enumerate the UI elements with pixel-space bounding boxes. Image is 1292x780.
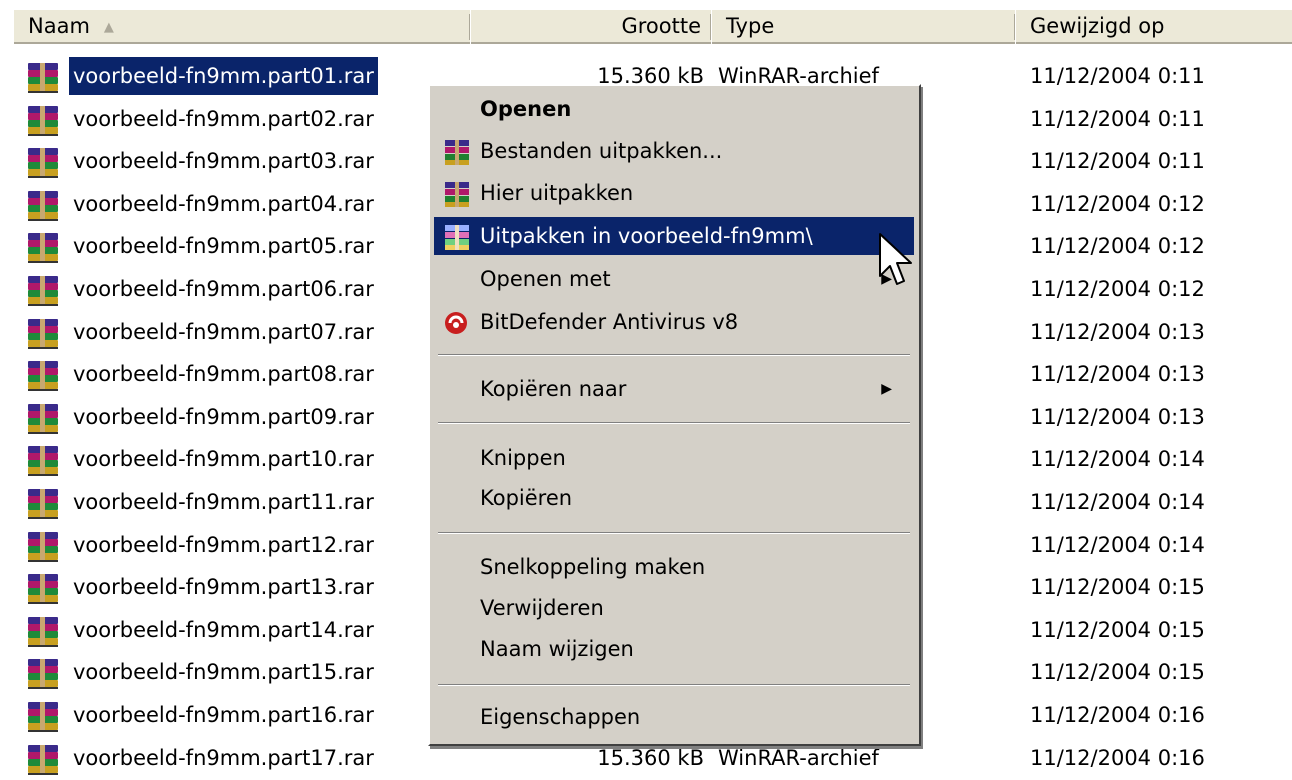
file-modified: 11/12/2004 0:13	[1030, 319, 1205, 344]
file-name[interactable]: voorbeeld-fn9mm.part11.rar	[69, 483, 378, 521]
winrar-archive-icon	[24, 573, 64, 605]
file-modified: 11/12/2004 0:14	[1030, 532, 1205, 557]
file-name[interactable]: voorbeeld-fn9mm.part14.rar	[69, 611, 378, 649]
column-header-name-label: Naam	[28, 14, 90, 38]
file-name[interactable]: voorbeeld-fn9mm.part16.rar	[69, 696, 378, 734]
menu-item-rename[interactable]: Naam wijzigen	[434, 630, 914, 668]
file-modified: 11/12/2004 0:11	[1030, 106, 1205, 131]
menu-item-properties-label: Eigenschappen	[480, 705, 641, 729]
file-modified: 11/12/2004 0:11	[1030, 149, 1205, 174]
winrar-archive-icon	[24, 232, 64, 264]
menu-item-open-with[interactable]: Openen met ▶	[434, 260, 914, 298]
menu-separator	[438, 532, 910, 534]
file-name[interactable]: voorbeeld-fn9mm.part13.rar	[69, 568, 378, 606]
winrar-icon	[442, 223, 474, 251]
file-modified: 11/12/2004 0:15	[1030, 575, 1205, 600]
context-menu: Openen Bestanden uitpakken... Hier uitpa…	[428, 84, 921, 746]
file-name[interactable]: voorbeeld-fn9mm.part01.rar	[69, 57, 378, 95]
mouse-pointer-icon	[876, 232, 916, 292]
file-name[interactable]: voorbeeld-fn9mm.part07.rar	[69, 313, 378, 351]
winrar-archive-icon	[24, 616, 64, 648]
winrar-archive-icon	[24, 360, 64, 392]
file-name[interactable]: voorbeeld-fn9mm.part17.rar	[69, 739, 378, 777]
menu-item-open[interactable]: Openen	[434, 90, 914, 128]
file-modified: 11/12/2004 0:11	[1030, 64, 1205, 88]
winrar-archive-icon	[24, 445, 64, 477]
file-modified: 11/12/2004 0:16	[1030, 703, 1205, 727]
winrar-archive-icon	[24, 531, 64, 563]
bitdefender-icon	[442, 309, 474, 337]
column-header-bar: Naam ▲ Grootte Type Gewijzigd op	[0, 0, 1292, 46]
menu-item-open-label: Openen	[480, 97, 572, 121]
file-modified: 11/12/2004 0:12	[1030, 191, 1205, 216]
menu-item-copy-to[interactable]: Kopiëren naar ▶	[434, 370, 914, 408]
winrar-archive-icon	[24, 62, 64, 94]
winrar-archive-icon	[24, 190, 64, 222]
submenu-arrow-icon: ▶	[881, 381, 892, 397]
file-name[interactable]: voorbeeld-fn9mm.part08.rar	[69, 355, 378, 393]
menu-item-extract-here-label: Hier uitpakken	[480, 181, 634, 205]
file-name[interactable]: voorbeeld-fn9mm.part03.rar	[69, 142, 378, 180]
file-name[interactable]: voorbeeld-fn9mm.part05.rar	[69, 227, 378, 265]
file-name[interactable]: voorbeeld-fn9mm.part09.rar	[69, 398, 378, 436]
file-modified: 11/12/2004 0:13	[1030, 362, 1205, 387]
menu-item-open-with-label: Openen met	[480, 267, 611, 291]
column-header-modified[interactable]: Gewijzigd op	[1016, 10, 1292, 44]
file-name[interactable]: voorbeeld-fn9mm.part15.rar	[69, 653, 378, 691]
menu-item-copy-to-label: Kopiëren naar	[480, 377, 627, 401]
column-header-name[interactable]: Naam ▲	[14, 10, 470, 44]
file-name[interactable]: voorbeeld-fn9mm.part10.rar	[69, 440, 378, 478]
menu-separator	[438, 354, 910, 356]
menu-item-extract-here[interactable]: Hier uitpakken	[434, 174, 914, 212]
menu-item-delete[interactable]: Verwijderen	[434, 589, 914, 627]
menu-item-bitdefender-label: BitDefender Antivirus v8	[480, 310, 739, 334]
file-modified: 11/12/2004 0:15	[1030, 617, 1205, 642]
winrar-archive-icon	[24, 403, 64, 435]
menu-item-extract-to-label: Uitpakken in voorbeeld-fn9mm\	[480, 224, 813, 248]
menu-item-extract-files[interactable]: Bestanden uitpakken...	[434, 132, 914, 170]
winrar-archive-icon	[24, 744, 64, 776]
menu-item-extract-files-label: Bestanden uitpakken...	[480, 139, 723, 163]
menu-item-copy[interactable]: Kopiëren	[434, 479, 914, 517]
winrar-archive-icon	[24, 701, 64, 733]
column-header-type-label: Type	[726, 14, 775, 38]
menu-item-create-shortcut-label: Snelkoppeling maken	[480, 555, 706, 579]
winrar-archive-icon	[24, 147, 64, 179]
file-modified: 11/12/2004 0:12	[1030, 234, 1205, 259]
menu-item-rename-label: Naam wijzigen	[480, 637, 634, 661]
winrar-icon	[442, 180, 474, 208]
column-header-type[interactable]: Type	[712, 10, 1015, 44]
menu-item-copy-label: Kopiëren	[480, 486, 573, 510]
file-name[interactable]: voorbeeld-fn9mm.part04.rar	[69, 185, 378, 223]
menu-item-properties[interactable]: Eigenschappen	[434, 698, 914, 736]
winrar-archive-icon	[24, 105, 64, 137]
column-header-size[interactable]: Grootte	[471, 10, 711, 44]
menu-item-bitdefender[interactable]: BitDefender Antivirus v8	[434, 303, 914, 341]
file-modified: 11/12/2004 0:14	[1030, 490, 1205, 514]
menu-item-create-shortcut[interactable]: Snelkoppeling maken	[434, 548, 914, 586]
winrar-icon	[442, 138, 474, 166]
winrar-archive-icon	[24, 318, 64, 350]
menu-item-cut-label: Knippen	[480, 446, 566, 470]
header-top-spacer	[0, 0, 1292, 7]
menu-item-cut[interactable]: Knippen	[434, 439, 914, 477]
winrar-archive-icon	[24, 658, 64, 690]
file-modified: 11/12/2004 0:16	[1030, 745, 1205, 770]
file-name[interactable]: voorbeeld-fn9mm.part02.rar	[69, 100, 378, 138]
menu-separator	[438, 684, 910, 686]
column-header-size-label: Grootte	[621, 14, 701, 38]
menu-item-extract-to[interactable]: Uitpakken in voorbeeld-fn9mm\	[434, 217, 914, 255]
file-name[interactable]: voorbeeld-fn9mm.part12.rar	[69, 526, 378, 564]
file-modified: 11/12/2004 0:14	[1030, 447, 1205, 472]
file-name[interactable]: voorbeeld-fn9mm.part06.rar	[69, 270, 378, 308]
winrar-archive-icon	[24, 488, 64, 520]
winrar-archive-icon	[24, 275, 64, 307]
file-modified: 11/12/2004 0:13	[1030, 404, 1205, 429]
menu-separator	[438, 422, 910, 424]
sort-ascending-icon: ▲	[103, 20, 114, 35]
column-header-modified-label: Gewijzigd op	[1030, 14, 1165, 38]
file-modified: 11/12/2004 0:12	[1030, 277, 1205, 301]
menu-item-delete-label: Verwijderen	[480, 596, 604, 620]
file-modified: 11/12/2004 0:15	[1030, 660, 1205, 685]
